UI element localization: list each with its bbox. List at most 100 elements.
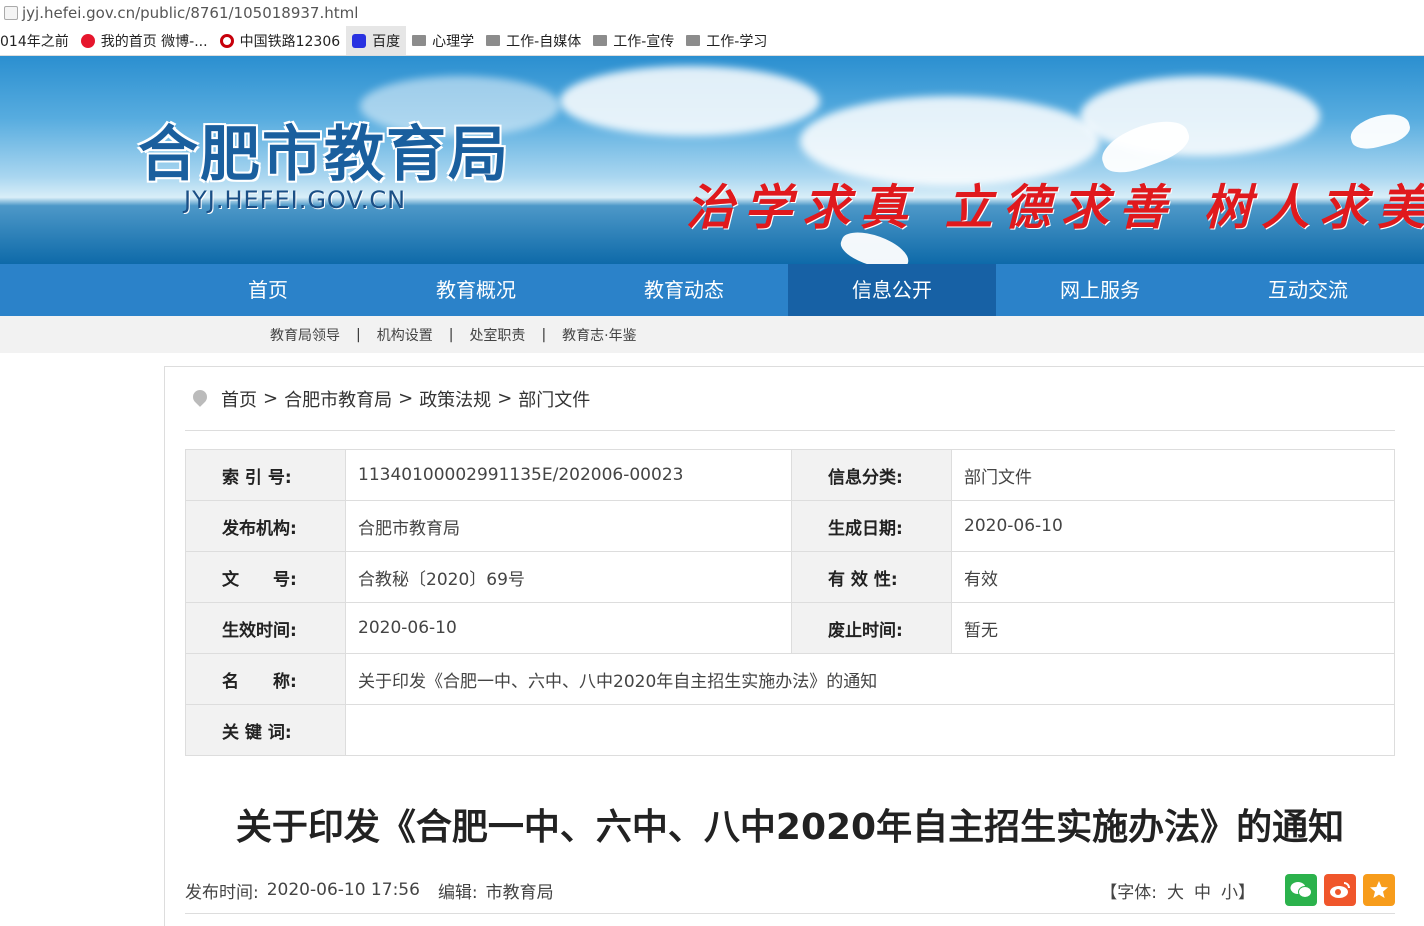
subnav-item-yearbook[interactable]: 教育志·年鉴: [562, 325, 636, 345]
meta-label-effective: 生效时间:: [185, 602, 346, 654]
subnav-item-structure[interactable]: 机构设置: [377, 325, 433, 345]
star-icon: [1370, 881, 1388, 898]
bookmarks-bar: 014年之前 我的首页 微博-... 中国铁路12306 百度 心理学 工作-自…: [0, 26, 1424, 56]
table-row: 文 号: 合教秘〔2020〕69号 有 效 性: 有效: [185, 551, 1395, 603]
editor: 市教育局: [485, 882, 554, 903]
font-size-medium[interactable]: 中: [1194, 878, 1211, 903]
meta-label-validity: 有 效 性:: [791, 551, 952, 603]
subnav-separator: |: [356, 326, 361, 343]
nav-item-online-service[interactable]: 网上服务: [996, 264, 1204, 316]
meta-label-index: 索 引 号:: [185, 449, 346, 501]
editor-label: 编辑:: [437, 882, 478, 903]
bookmark-label: 我的首页 微博-...: [100, 33, 208, 50]
publish-time: 2020-06-10 17:56: [266, 880, 420, 900]
bookmark-label: 中国铁路12306: [239, 33, 341, 50]
site-banner: 合肥市教育局 JYJ.HEFEI.GOV.CN 治学求真 立德求善 树人求美: [0, 56, 1424, 264]
meta-value-created: 2020-06-10: [951, 500, 1395, 552]
folder-icon: [412, 35, 427, 46]
breadcrumb-separator: >: [497, 388, 513, 409]
bookmark-folder-study[interactable]: 工作-学习: [680, 26, 773, 55]
folder-icon: [593, 35, 608, 46]
breadcrumb-dept-docs[interactable]: 部门文件: [518, 386, 590, 412]
meta-label-name: 名 称:: [185, 653, 346, 705]
document-meta-table: 索 引 号: 11340100002991135E/202006-00023 信…: [185, 449, 1395, 756]
bookmark-baidu[interactable]: 百度: [346, 26, 407, 55]
share-buttons: [1278, 874, 1395, 906]
subnav-item-duties[interactable]: 处室职责: [469, 325, 525, 345]
table-row: 名 称: 关于印发《合肥一中、六中、八中2020年自主招生实施办法》的通知: [185, 653, 1395, 705]
bookmark-label: 014年之前: [0, 33, 69, 50]
folder-icon: [486, 35, 501, 46]
bookmark-folder-publicity[interactable]: 工作-宣传: [587, 26, 680, 55]
breadcrumb-separator: >: [398, 388, 414, 409]
folder-icon: [686, 35, 701, 46]
favorite-button[interactable]: [1363, 874, 1395, 906]
sub-nav: 教育局领导 | 机构设置 | 处室职责 | 教育志·年鉴: [0, 316, 1424, 353]
railway-icon: [219, 33, 234, 48]
meta-label-keywords: 关 键 词:: [185, 704, 346, 756]
meta-label-category: 信息分类:: [791, 449, 952, 501]
breadcrumb-policy[interactable]: 政策法规: [419, 386, 491, 412]
breadcrumb: 首页 > 合肥市教育局 > 政策法规 > 部门文件: [185, 367, 1395, 431]
location-pin-icon: [193, 390, 207, 408]
wechat-share-button[interactable]: [1285, 874, 1317, 906]
bookmark-folder-media[interactable]: 工作-自媒体: [480, 26, 587, 55]
subnav-separator: |: [541, 326, 547, 343]
meta-value-index: 11340100002991135E/202006-00023: [345, 449, 792, 501]
breadcrumb-separator: >: [263, 388, 279, 409]
nav-item-news[interactable]: 教育动态: [580, 264, 788, 316]
breadcrumb-bureau[interactable]: 合肥市教育局: [284, 386, 392, 412]
meta-value-publisher: 合肥市教育局: [345, 500, 792, 552]
font-size-large[interactable]: 大: [1167, 878, 1184, 903]
table-row: 关 键 词:: [185, 704, 1395, 756]
bookmark-label: 工作-学习: [706, 33, 768, 50]
bookmark-weibo[interactable]: 我的首页 微博-...: [75, 26, 214, 55]
bookmark-2014[interactable]: 014年之前: [0, 26, 75, 55]
weibo-share-button[interactable]: [1324, 874, 1356, 906]
wechat-icon: [1290, 882, 1312, 898]
main-nav: 首页 教育概况 教育动态 信息公开 网上服务 互动交流: [0, 264, 1424, 316]
nav-item-interaction[interactable]: 互动交流: [1204, 264, 1412, 316]
bookmark-label: 百度: [372, 33, 401, 50]
swan-decoration: [1347, 108, 1413, 154]
meta-label-abolish: 废止时间:: [791, 602, 952, 654]
address-bar[interactable]: jyj.hefei.gov.cn/public/8761/105018937.h…: [0, 0, 1424, 26]
bookmark-label: 工作-宣传: [613, 33, 675, 50]
subnav-separator: |: [448, 326, 454, 343]
site-url: JYJ.HEFEI.GOV.CN: [184, 186, 407, 214]
table-row: 生效时间: 2020-06-10 废止时间: 暂无: [185, 602, 1395, 654]
divider: [185, 913, 1395, 914]
font-size-label: 【字体:: [1100, 882, 1157, 903]
content-panel: 首页 > 合肥市教育局 > 政策法规 > 部门文件 索 引 号: 1134010…: [164, 366, 1424, 926]
cloud-decoration: [560, 66, 820, 136]
nav-item-home[interactable]: 首页: [164, 264, 372, 316]
page-icon: [4, 6, 18, 20]
publish-time-label: 发布时间:: [185, 882, 259, 903]
meta-value-doc-no: 合教秘〔2020〕69号: [345, 551, 792, 603]
meta-value-validity: 有效: [951, 551, 1395, 603]
meta-value-abolish: 暂无: [951, 602, 1395, 654]
font-size-switch: 【字体: 大 中 小】: [1095, 878, 1260, 903]
meta-label-publisher: 发布机构:: [185, 500, 346, 552]
meta-value-name: 关于印发《合肥一中、六中、八中2020年自主招生实施办法》的通知: [345, 653, 1395, 705]
nav-item-overview[interactable]: 教育概况: [372, 264, 580, 316]
breadcrumb-home[interactable]: 首页: [221, 386, 257, 412]
bookmark-label: 工作-自媒体: [506, 33, 582, 50]
subnav-item-leaders[interactable]: 教育局领导: [270, 325, 340, 345]
meta-label-doc-no: 文 号:: [185, 551, 346, 603]
table-row: 索 引 号: 11340100002991135E/202006-00023 信…: [185, 449, 1395, 501]
weibo-icon: [1330, 882, 1350, 898]
url-text[interactable]: jyj.hefei.gov.cn/public/8761/105018937.h…: [22, 4, 358, 22]
bookmark-folder-psychology[interactable]: 心理学: [406, 26, 480, 55]
bookmark-12306[interactable]: 中国铁路12306: [214, 26, 347, 55]
article-meta: 发布时间: 2020-06-10 17:56 编辑: 市教育局 【字体: 大 中…: [185, 874, 1395, 906]
article-title: 关于印发《合肥一中、六中、八中2020年自主招生实施办法》的通知: [235, 807, 1345, 848]
weibo-icon: [80, 33, 95, 48]
meta-value-keywords: [345, 704, 1395, 756]
meta-value-effective: 2020-06-10: [345, 602, 792, 654]
meta-label-created: 生成日期:: [791, 500, 952, 552]
site-title: 合肥市教育局: [138, 120, 510, 190]
nav-item-info-public[interactable]: 信息公开: [788, 264, 996, 316]
meta-value-category: 部门文件: [951, 449, 1395, 501]
font-size-small[interactable]: 小】: [1221, 878, 1255, 903]
